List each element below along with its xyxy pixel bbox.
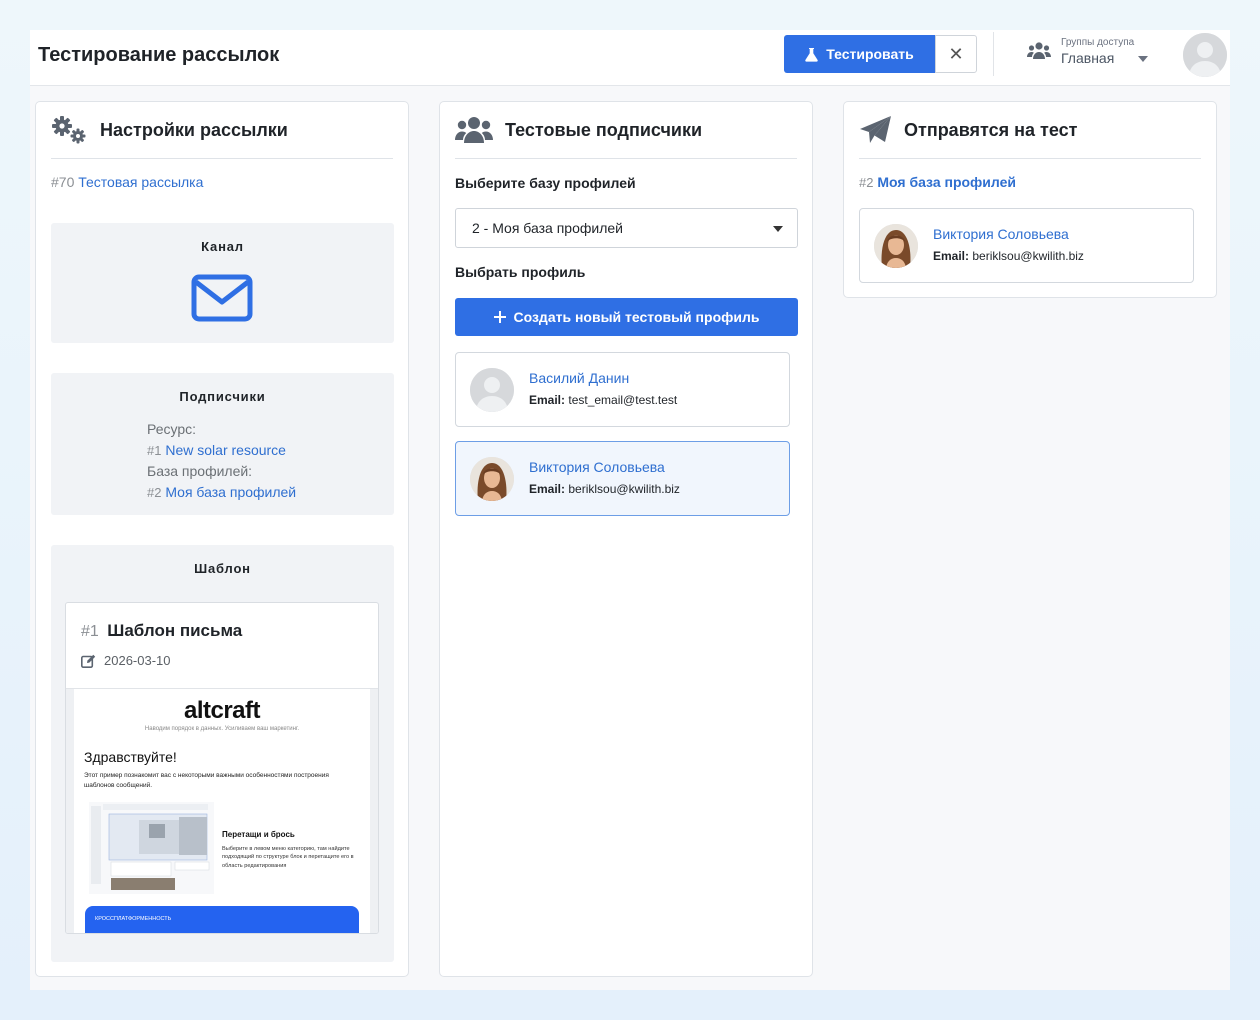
send-base-number: #2 <box>859 175 874 190</box>
create-test-profile-button[interactable]: Создать новый тестовый профиль <box>455 298 798 336</box>
send-base-link[interactable]: Моя база профилей <box>877 174 1016 190</box>
preview-intro: Этот пример познакомит вас с некоторыми … <box>84 772 329 789</box>
choose-base-label: Выберите базу профилей <box>455 175 636 191</box>
settings-title: Настройки рассылки <box>100 119 288 140</box>
email-label: Email: <box>933 249 970 263</box>
recipient-card: Виктория Соловьева Email: beriklsou@kwil… <box>859 208 1194 283</box>
base-line: #2 Моя база профилей <box>147 482 296 504</box>
preview-greeting: Здравствуйте! <box>84 749 177 765</box>
template-heading: #1 Шаблон письма <box>81 621 242 641</box>
app: Тестирование рассылок Тестировать ✕ Груп… <box>30 30 1230 990</box>
channel-title: Канал <box>201 239 244 254</box>
profile-card[interactable]: Василий Данин Email: test_email@test.tes… <box>455 352 790 427</box>
template-box: Шаблон #1 Шаблон письма 2026-03-10 altcr… <box>51 545 394 962</box>
base-label: База профилей: <box>147 463 253 479</box>
user-photo <box>874 224 918 268</box>
template-number: #1 <box>81 623 99 640</box>
user-silhouette-icon <box>470 368 514 412</box>
mailing-number: #70 <box>51 174 75 190</box>
subscribers-title: Подписчики <box>179 389 266 404</box>
flask-icon <box>805 47 818 62</box>
profile-email: test_email@test.test <box>568 393 678 407</box>
base-select[interactable]: 2 - Моя база профилей <box>455 208 798 248</box>
email-label: Email: <box>529 393 566 407</box>
user-silhouette-icon <box>1183 33 1227 77</box>
avatar <box>470 457 514 501</box>
recipient-email-row: Email: beriklsou@kwilith.biz <box>933 249 1084 263</box>
settings-panel-header: Настройки рассылки <box>51 102 393 159</box>
test-button[interactable]: Тестировать <box>784 35 935 73</box>
edit-icon <box>81 654 96 668</box>
test-button-label: Тестировать <box>826 46 914 62</box>
resource-line: #1 New solar resource <box>147 440 296 462</box>
divider <box>993 32 994 76</box>
template-name: Шаблон письма <box>107 621 243 640</box>
email-label: Email: <box>529 482 566 496</box>
resource-number: #1 <box>147 442 162 458</box>
choose-profile-label: Выбрать профиль <box>455 264 586 280</box>
resource-link[interactable]: New solar resource <box>165 442 286 458</box>
users-icon <box>1027 42 1051 59</box>
send-panel-header: Отправятся на тест <box>859 102 1201 159</box>
profile-card-selected[interactable]: Виктория Соловьева Email: beriklsou@kwil… <box>455 441 790 516</box>
template-preview-content: altcraft Наводим порядок в данных. Усили… <box>74 689 370 933</box>
subscribers-box: Подписчики Ресурс: #1 New solar resource… <box>51 373 394 515</box>
base-select-value: 2 - Моя база профилей <box>472 220 623 236</box>
gears-icon <box>52 116 86 144</box>
base-number: #2 <box>147 484 162 500</box>
resource-label: Ресурс: <box>147 421 197 437</box>
settings-panel: Настройки рассылки #70 Тестовая рассылка… <box>35 101 409 977</box>
avatar <box>470 368 514 412</box>
profile-name[interactable]: Василий Данин <box>529 370 629 386</box>
mailing-ref: #70 Тестовая рассылка <box>51 174 203 190</box>
access-value: Главная <box>1061 50 1115 66</box>
subscribers-panel: Тестовые подписчики Выберите базу профил… <box>439 101 813 977</box>
template-preview: altcraft Наводим порядок в данных. Усили… <box>66 688 378 933</box>
preview-banner: КРОССПЛАТФОРМЕННОСТЬ <box>85 906 359 933</box>
profile-email: beriklsou@kwilith.biz <box>568 482 680 496</box>
subscribers-title: Тестовые подписчики <box>505 119 703 140</box>
preview-dnd-title: Перетащи и брось <box>222 830 295 839</box>
profile-name[interactable]: Виктория Соловьева <box>529 459 665 475</box>
envelope-icon <box>191 274 253 322</box>
chevron-down-icon <box>1138 56 1148 62</box>
template-title: Шаблон <box>194 561 251 576</box>
user-avatar[interactable] <box>1183 33 1227 77</box>
users-icon <box>455 117 493 143</box>
preview-dnd-text: Выберите в левом меню категорию, там най… <box>222 846 354 869</box>
base-link[interactable]: Моя база профилей <box>165 484 296 500</box>
mailing-link[interactable]: Тестовая рассылка <box>78 174 203 190</box>
chevron-down-icon <box>773 226 783 232</box>
send-base-ref: #2 Моя база профилей <box>859 174 1016 190</box>
top-bar: Тестирование рассылок Тестировать ✕ Груп… <box>30 30 1230 86</box>
access-group-selector[interactable]: Группы доступа Главная <box>1027 36 1152 70</box>
subscribers-info: Ресурс: #1 New solar resource База профи… <box>147 419 296 503</box>
editor-screenshot <box>89 802 214 894</box>
template-date-row: 2026-03-10 <box>81 653 171 668</box>
access-label: Группы доступа <box>1061 37 1135 48</box>
send-panel: Отправятся на тест #2 Моя база профилей … <box>843 101 1217 298</box>
preview-logo: altcraft <box>183 697 261 724</box>
user-photo <box>470 457 514 501</box>
send-title: Отправятся на тест <box>904 119 1078 140</box>
profile-email-row: Email: beriklsou@kwilith.biz <box>529 482 680 496</box>
close-button[interactable]: ✕ <box>935 35 977 73</box>
preview-tagline: Наводим порядок в данных. Усиливаем ваш … <box>144 726 300 732</box>
paper-plane-icon <box>860 116 891 143</box>
template-card[interactable]: #1 Шаблон письма 2026-03-10 altcraft Нав… <box>65 602 379 934</box>
recipient-email: beriklsou@kwilith.biz <box>972 249 1084 263</box>
profile-email-row: Email: test_email@test.test <box>529 393 677 407</box>
plus-icon <box>493 311 506 323</box>
channel-box: Канал <box>51 223 394 343</box>
create-button-label: Создать новый тестовый профиль <box>513 309 760 325</box>
page-title: Тестирование рассылок <box>38 44 280 66</box>
subscribers-panel-header: Тестовые подписчики <box>455 102 797 159</box>
avatar <box>874 224 918 268</box>
template-date: 2026-03-10 <box>104 653 171 668</box>
recipient-name[interactable]: Виктория Соловьева <box>933 226 1069 242</box>
